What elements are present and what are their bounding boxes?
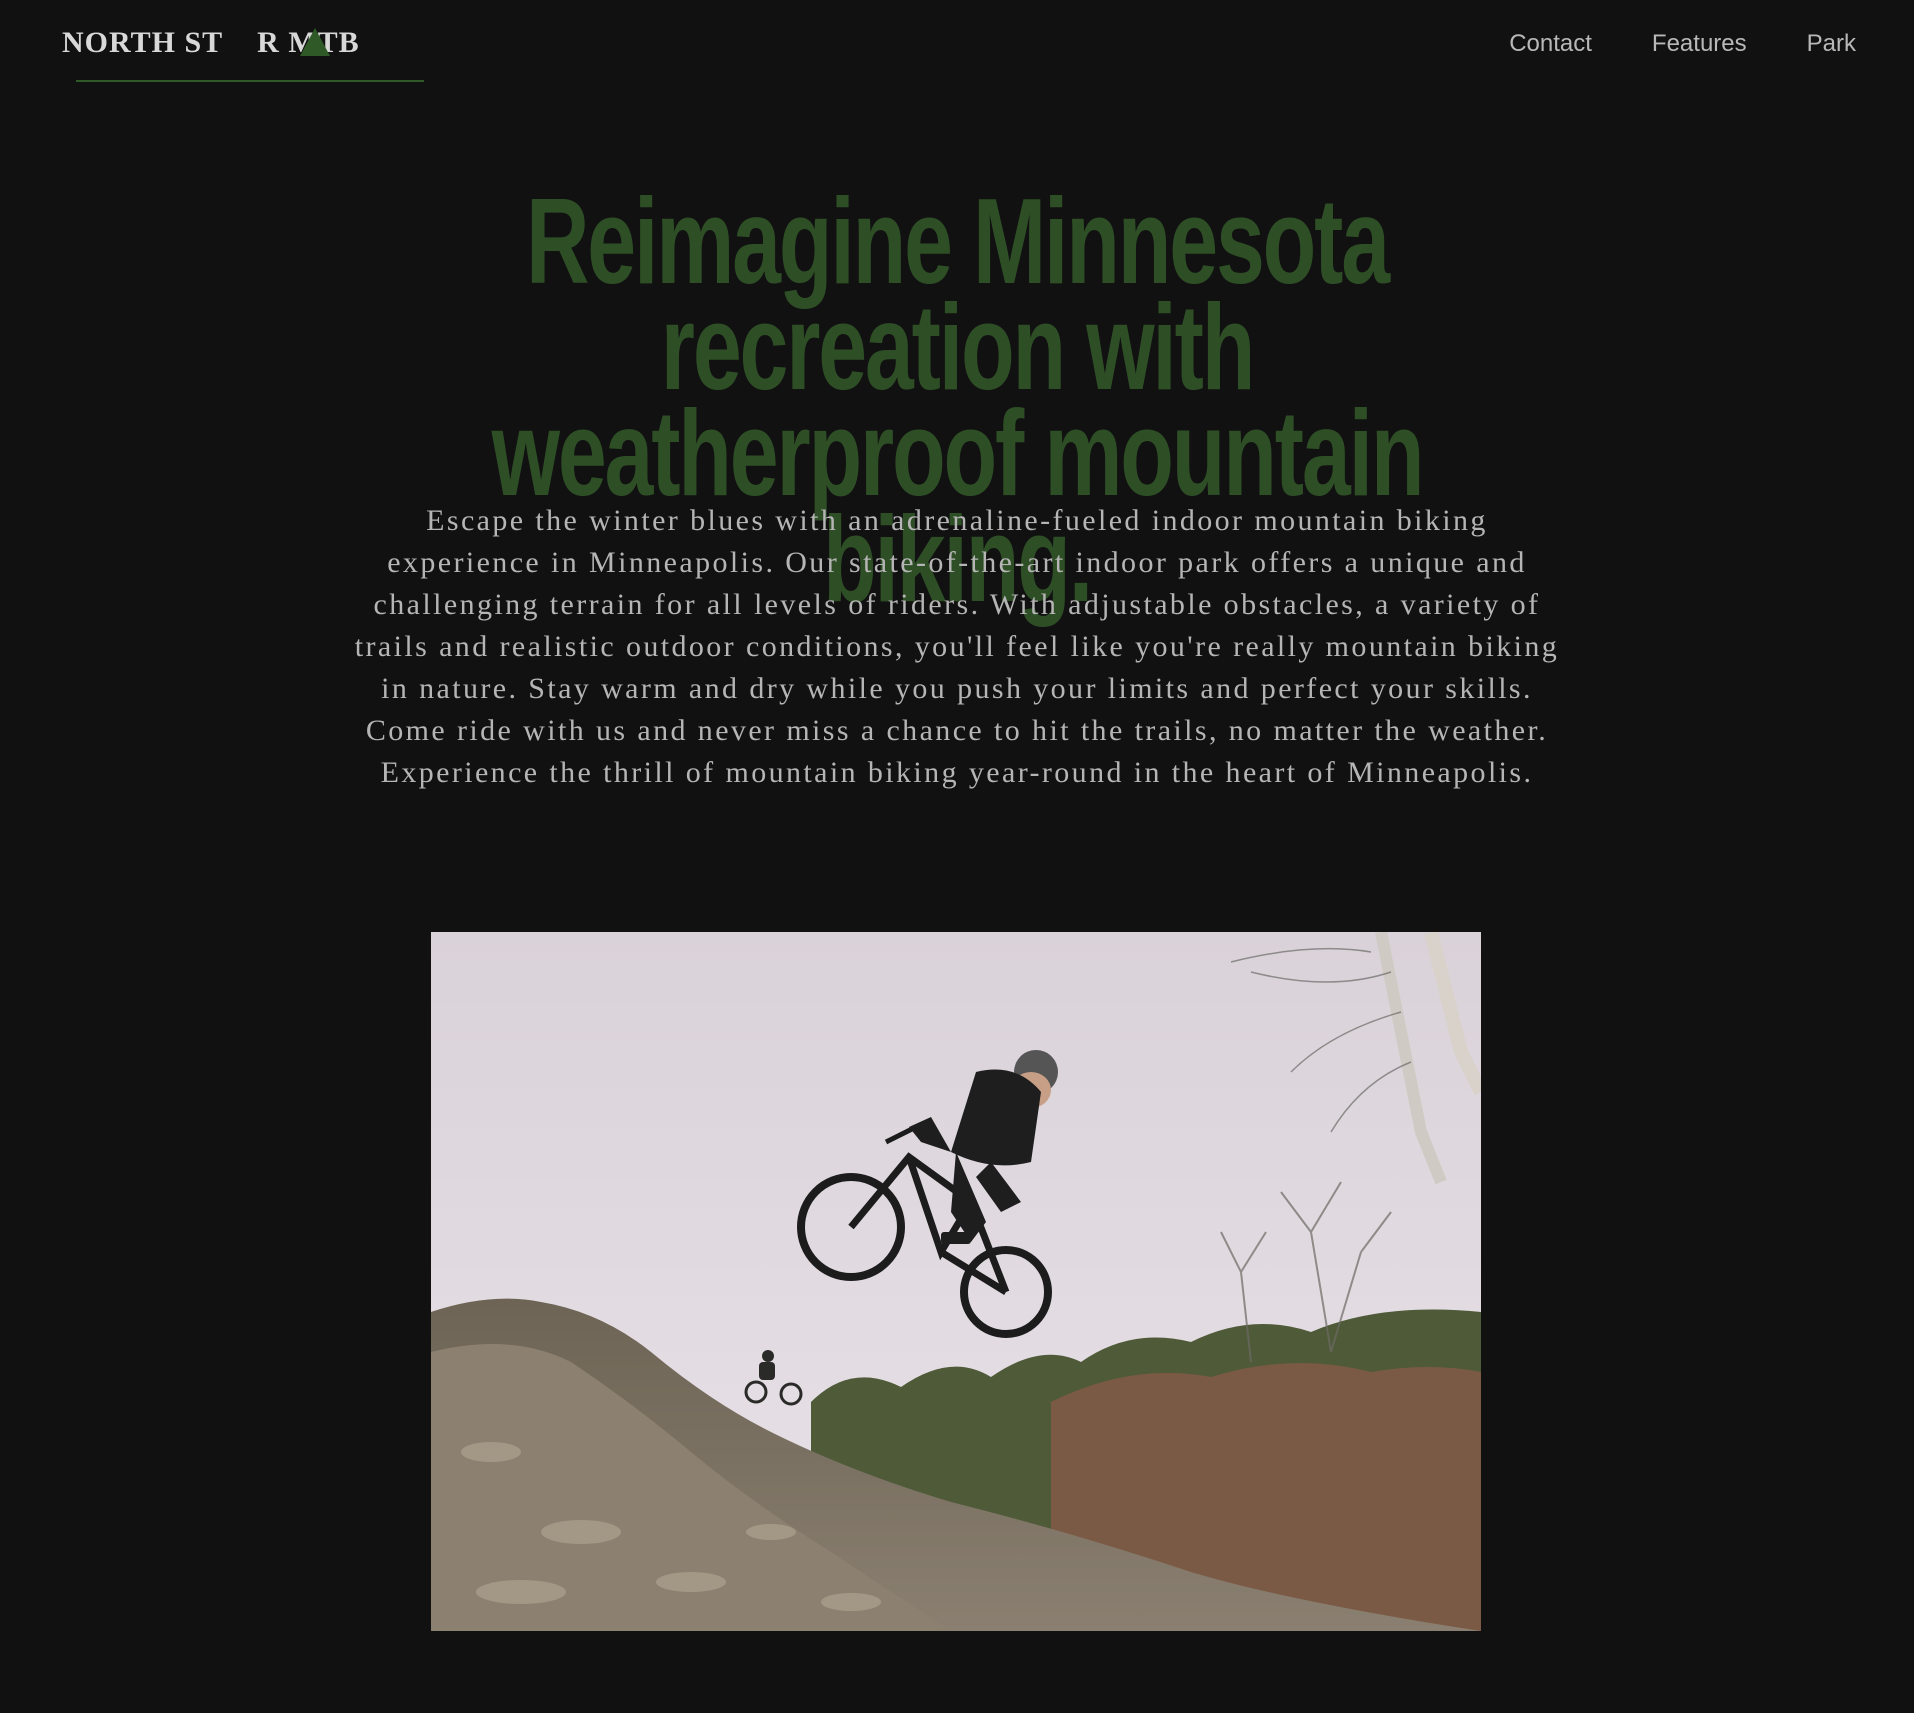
north-star-mtb-logo[interactable]: NORTH ST R MTB <box>62 24 424 82</box>
logo-underline <box>76 80 424 82</box>
star-triangle-icon <box>300 28 330 56</box>
mountain-bike-jump-illustration <box>431 932 1481 1631</box>
site-header: NORTH ST R MTB Contact Features Park <box>0 0 1914 90</box>
logo-text-left: NORTH ST <box>62 26 224 59</box>
main-nav: Contact Features Park <box>1509 30 1856 58</box>
nav-link-contact[interactable]: Contact <box>1509 30 1592 58</box>
hero-headline-line-1: Reimagine Minnesota recreation with <box>526 173 1390 415</box>
nav-link-features[interactable]: Features <box>1652 30 1747 58</box>
hero-mountain-bike-photo <box>431 932 1481 1631</box>
nav-link-park[interactable]: Park <box>1807 30 1856 58</box>
hero-intro-text: Escape the winter blues with an adrenali… <box>354 504 1560 789</box>
